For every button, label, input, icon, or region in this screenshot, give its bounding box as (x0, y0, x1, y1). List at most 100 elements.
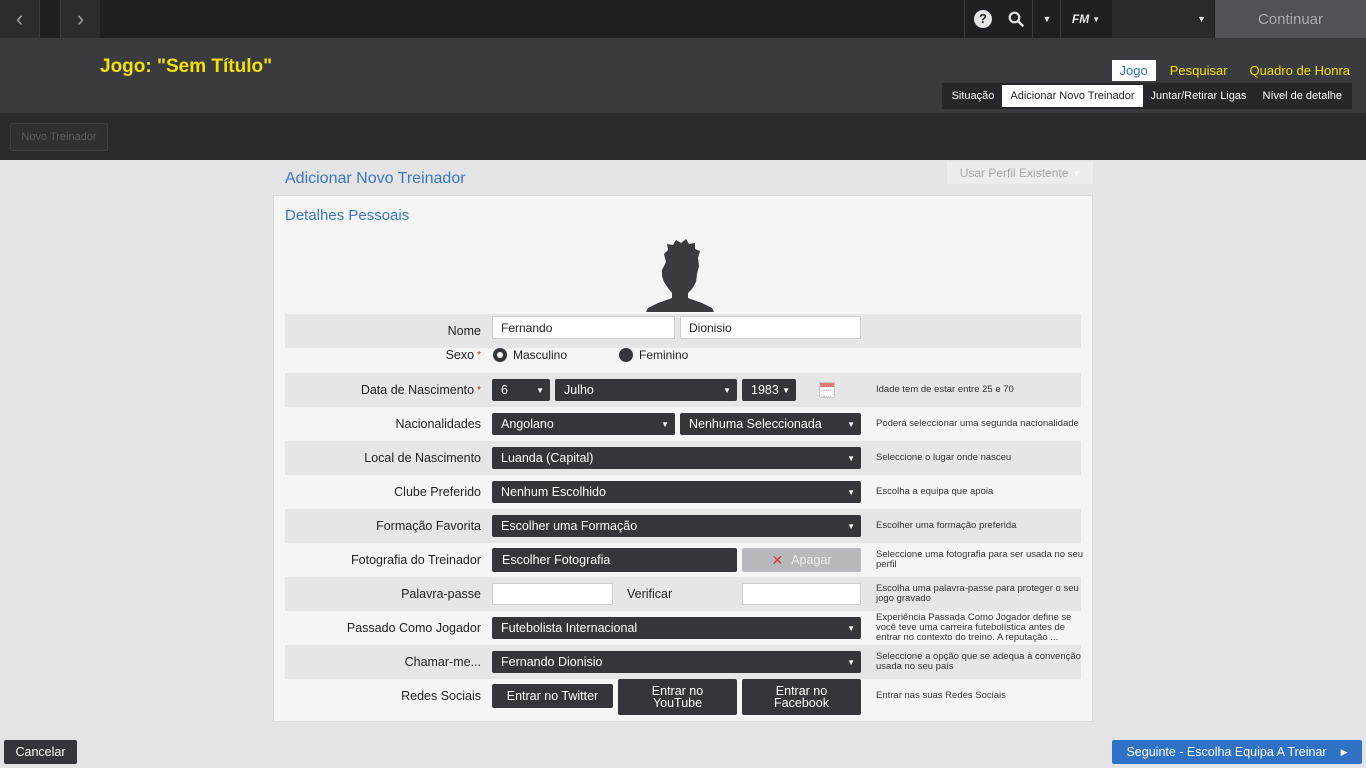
sex-label: Sexo * (445, 348, 481, 362)
next-button-label: Seguinte - Escolha Equipa A Treinar (1126, 745, 1327, 759)
birthplace-label: Local de Nascimento (364, 451, 481, 465)
favourite-club-label: Clube Preferido (394, 485, 481, 499)
caret-down-icon: ▼ (847, 658, 855, 667)
main-tabs: Jogo Pesquisar Quadro de Honra (1111, 60, 1358, 81)
radio-selected-icon (493, 348, 507, 362)
sex-female-radio[interactable]: Feminino (619, 348, 688, 362)
form-row-sex: Sexo * Masculino Feminino (285, 338, 1081, 372)
social-hint: Entrar nas suas Redes Sociais (876, 690, 1006, 701)
form-row-social: Redes Sociais Entrar no Twitter Entrar n… (285, 679, 1081, 715)
required-marker: * (477, 384, 481, 396)
dob-year-dropdown[interactable]: 1983 ▼ (742, 379, 796, 401)
panel-title: Detalhes Pessoais (285, 207, 410, 224)
verify-password-label: Verificar (627, 587, 673, 601)
search-icon (1008, 11, 1024, 27)
chevron-right-icon: ▶ (1340, 746, 1348, 757)
social-label: Redes Sociais (401, 689, 481, 703)
nationality-primary-dropdown[interactable]: Angolano ▼ (492, 413, 675, 435)
playing-past-hint: Experiência Passada Como Jogador define … (876, 612, 1072, 643)
dob-month-dropdown[interactable]: Julho ▼ (555, 379, 737, 401)
caret-down-icon: ▼ (1197, 14, 1206, 24)
subtab-adicionar-novo-treinador[interactable]: Adicionar Novo Treinador (1002, 85, 1143, 107)
form-row-playing-past: Passado Como Jogador Futebolista Interna… (285, 611, 1081, 645)
verify-password-input[interactable] (742, 583, 861, 605)
search-options-dropdown[interactable]: ▼ (1040, 0, 1054, 38)
favourite-club-dropdown[interactable]: Nenhum Escolhido ▼ (492, 481, 861, 503)
caret-down-icon: ▼ (1092, 14, 1101, 24)
help-icon: ? (974, 10, 992, 28)
caret-down-icon: ▼ (847, 420, 855, 429)
tab-quadro-de-honra[interactable]: Quadro de Honra (1242, 60, 1358, 81)
playing-past-dropdown[interactable]: Futebolista Internacional ▼ (492, 617, 861, 639)
formation-label: Formação Favorita (376, 519, 481, 533)
radio-unselected-icon (619, 348, 633, 362)
birthplace-hint: Seleccione o lugar onde nasceu (876, 452, 1012, 463)
password-label: Palavra-passe (401, 587, 481, 601)
form-row-favourite-club: Clube Preferido Nenhum Escolhido ▼ Escolh… (285, 475, 1081, 509)
caret-down-icon: ▼ (782, 386, 790, 395)
caret-down-icon: ▼ (847, 454, 855, 463)
avatar-silhouette-icon (646, 239, 714, 312)
nationality-secondary-dropdown[interactable]: Nenhuma Seleccionada ▼ (680, 413, 861, 435)
back-button[interactable]: ‹ (0, 0, 40, 38)
password-hint: Escolha uma palavra-passe para proteger … (876, 583, 1079, 604)
top-bar: ‹ › ? ▼ FM ▼ ▼ Continuar (0, 0, 1366, 38)
facebook-login-button[interactable]: Entrar no Facebook (742, 679, 861, 715)
close-icon: ✕ (771, 552, 784, 568)
sex-female-label: Feminino (639, 348, 689, 362)
caret-down-icon: ▼ (847, 488, 855, 497)
new-coach-button[interactable]: Novo Treinador (10, 123, 108, 151)
nationality-hint: Poderá seleccionar uma segunda nacionali… (876, 418, 1079, 429)
caret-down-icon: ▼ (723, 386, 731, 395)
caret-down-icon: ▼ (661, 420, 669, 429)
tab-pesquisar[interactable]: Pesquisar (1162, 60, 1236, 81)
action-toolbar: Novo Treinador (0, 113, 1366, 160)
last-name-input[interactable]: Dionisio (680, 316, 861, 339)
choose-photo-button[interactable]: Escolher Fotografia (492, 548, 737, 572)
chevron-right-icon: › (76, 6, 85, 31)
call-me-dropdown[interactable]: Fernando Dionisio ▼ (492, 651, 861, 673)
tab-jogo[interactable]: Jogo (1111, 60, 1156, 81)
subtab-situacao[interactable]: Situação (944, 85, 1003, 107)
chevron-left-icon: ‹ (15, 6, 24, 31)
help-button[interactable]: ? (972, 0, 994, 38)
youtube-login-button[interactable]: Entrar no YouTube (618, 679, 737, 715)
toolbar-divider (964, 0, 965, 38)
calendar-icon[interactable] (819, 382, 835, 398)
page-title: Jogo: "Sem Título" (100, 56, 273, 77)
first-name-input[interactable]: Fernando (492, 316, 675, 339)
continue-button[interactable]: Continuar (1215, 0, 1366, 38)
sex-male-radio[interactable]: Masculino (493, 348, 567, 362)
required-marker: * (477, 349, 481, 361)
fm-menu-button[interactable]: FM ▼ (1066, 0, 1106, 38)
call-me-hint: Seleccione a opção que se adequa à conve… (876, 651, 1081, 672)
form-row-dob: Data de Nascimento * 6 ▼ Julho ▼ 1983 ▼ Idad… (285, 373, 1081, 407)
form-row-birthplace: Local de Nascimento Luanda (Capital) ▼ Se… (285, 441, 1081, 475)
form-row-formation: Formação Favorita Escolher uma Formação ▼… (285, 509, 1081, 543)
form-row-password: Palavra-passe Verificar Escolha uma pala… (285, 577, 1081, 611)
dob-day-dropdown[interactable]: 6 ▼ (492, 379, 550, 401)
use-existing-profile-label: Usar Perfil Existente (959, 166, 1069, 180)
photo-label: Fotografia do Treinador (351, 553, 481, 567)
form-row-nationality: Nacionalidades Angolano ▼ Nenhuma Selecci… (285, 407, 1081, 441)
caret-down-icon: ▼ (847, 522, 855, 531)
subtab-nivel-de-detalhe[interactable]: Nível de detalhe (1255, 85, 1351, 107)
form-row-photo: Fotografia do Treinador Escolher Fotogra… (285, 543, 1083, 577)
birthplace-dropdown[interactable]: Luanda (Capital) ▼ (492, 447, 861, 469)
favourite-club-hint: Escolha a equipa que apoia (876, 486, 994, 497)
forward-button[interactable]: › (60, 0, 100, 38)
cancel-button[interactable]: Cancelar (4, 740, 77, 764)
delete-photo-button[interactable]: ✕ Apagar (742, 548, 861, 572)
dob-label: Data de Nascimento * (360, 383, 481, 397)
page-header: Jogo: "Sem Título" Jogo Pesquisar Quadro… (0, 38, 1366, 113)
search-button[interactable] (1004, 0, 1028, 38)
dob-hint: Idade tem de estar entre 25 e 70 (876, 384, 1014, 395)
password-input[interactable] (492, 583, 613, 605)
use-existing-profile-button[interactable]: Usar Perfil Existente ▼ (947, 162, 1093, 184)
next-choose-team-button[interactable]: Seguinte - Escolha Equipa A Treinar ▶ (1112, 740, 1362, 764)
caret-down-icon: ▼ (847, 624, 855, 633)
manager-profile-dropdown[interactable]: ▼ (1112, 0, 1214, 38)
subtab-juntar-retirar-ligas[interactable]: Juntar/Retirar Ligas (1143, 85, 1255, 107)
twitter-login-button[interactable]: Entrar no Twitter (492, 684, 613, 708)
formation-dropdown[interactable]: Escolher uma Formação ▼ (492, 515, 861, 537)
